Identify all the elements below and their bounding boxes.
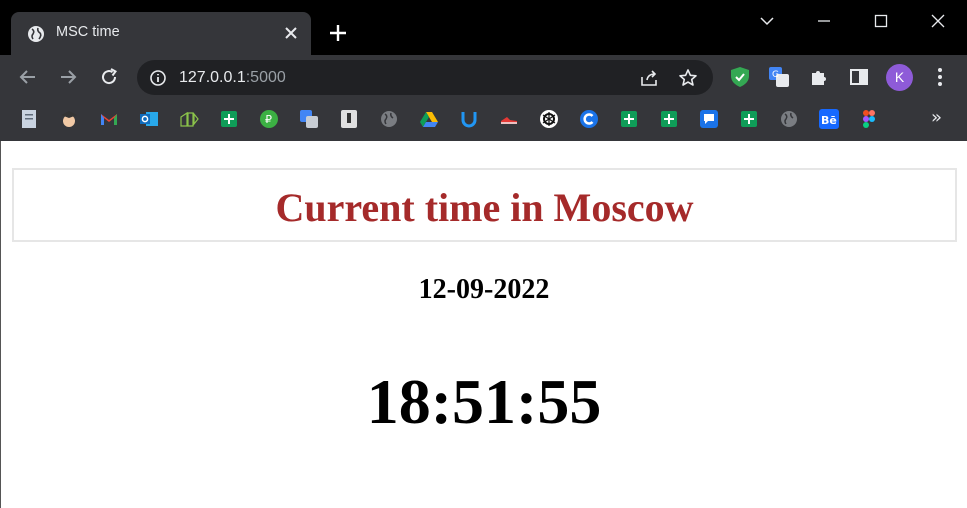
bookmark-globe-icon[interactable] <box>379 109 399 129</box>
extensions-puzzle-icon[interactable] <box>808 66 830 88</box>
bookmark-drive-icon[interactable] <box>419 109 439 129</box>
url-text: 127.0.0.1:5000 <box>179 69 286 87</box>
url-host: 127.0.0.1 <box>179 69 246 86</box>
address-bar[interactable]: 127.0.0.1:5000 <box>137 60 713 95</box>
close-window-icon[interactable] <box>926 9 950 33</box>
tab-search-icon[interactable] <box>755 9 779 33</box>
shield-extension-icon[interactable] <box>729 66 751 88</box>
bookmark-green-circle-icon[interactable]: ₽ <box>259 109 279 129</box>
minimize-icon[interactable] <box>812 9 836 33</box>
bookmark-openai-icon[interactable] <box>539 109 559 129</box>
bookmarks-bar: ₽ Bē » <box>0 99 967 141</box>
side-panel-icon[interactable] <box>848 66 870 88</box>
bookmark-figma-icon[interactable] <box>859 109 879 129</box>
menu-kebab-icon[interactable] <box>929 66 951 88</box>
svg-text:Bē: Bē <box>821 114 837 127</box>
tab-msc-time[interactable]: MSC time <box>11 12 311 55</box>
bookmark-chat-icon[interactable] <box>699 109 719 129</box>
current-time: 18:51:55 <box>366 366 602 437</box>
heading-box: Current time in Moscow <box>12 168 957 242</box>
url-port: :5000 <box>245 69 286 86</box>
bookmark-translate-icon[interactable] <box>299 109 319 129</box>
reload-icon[interactable] <box>97 65 121 89</box>
globe-icon <box>28 26 44 42</box>
page-heading: Current time in Moscow <box>275 185 694 230</box>
google-translate-extension-icon[interactable]: G <box>768 66 790 88</box>
site-info-icon[interactable] <box>149 69 167 87</box>
bookmark-udemy-icon[interactable] <box>459 109 479 129</box>
new-tab-icon[interactable] <box>327 22 349 44</box>
maximize-icon[interactable] <box>869 9 893 33</box>
toolbar: 127.0.0.1:5000 G K <box>0 55 967 99</box>
bookmark-sheets-icon-3[interactable] <box>659 109 679 129</box>
bookmark-shoe-icon[interactable] <box>499 109 519 129</box>
svg-text:₽: ₽ <box>265 113 272 126</box>
close-tab-icon[interactable] <box>282 24 300 42</box>
tab-title: MSC time <box>56 24 120 40</box>
forward-icon[interactable] <box>56 65 80 89</box>
bookmark-behance-icon[interactable]: Bē <box>819 109 839 129</box>
bookmark-outlook-icon[interactable] <box>139 109 159 129</box>
current-date: 12-09-2022 <box>418 274 550 305</box>
back-icon[interactable] <box>16 65 40 89</box>
bookmarks-overflow-button[interactable]: » <box>931 107 942 128</box>
browser-chrome: MSC time 127.0.0.1:5000 G K ₽ Bē » <box>0 0 967 141</box>
bookmark-gmail-icon[interactable] <box>99 109 119 129</box>
page-content: Current time in Moscow 12-09-2022 18:51:… <box>0 141 967 508</box>
bookmark-sheets-icon-4[interactable] <box>739 109 759 129</box>
svg-text:G: G <box>772 70 779 80</box>
tab-strip: MSC time <box>0 0 967 55</box>
share-icon[interactable] <box>639 68 659 88</box>
bookmark-page-icon[interactable] <box>339 109 359 129</box>
bookmark-graduate-icon[interactable] <box>59 109 79 129</box>
bookmark-chart-icon[interactable] <box>179 109 199 129</box>
bookmark-sheets-icon-2[interactable] <box>619 109 639 129</box>
bookmark-c-icon[interactable] <box>579 109 599 129</box>
bookmark-star-icon[interactable] <box>678 68 698 88</box>
profile-avatar[interactable]: K <box>886 64 913 91</box>
bookmark-docs-icon[interactable] <box>19 109 39 129</box>
bookmark-globe-icon-2[interactable] <box>779 109 799 129</box>
bookmark-sheets-icon[interactable] <box>219 109 239 129</box>
